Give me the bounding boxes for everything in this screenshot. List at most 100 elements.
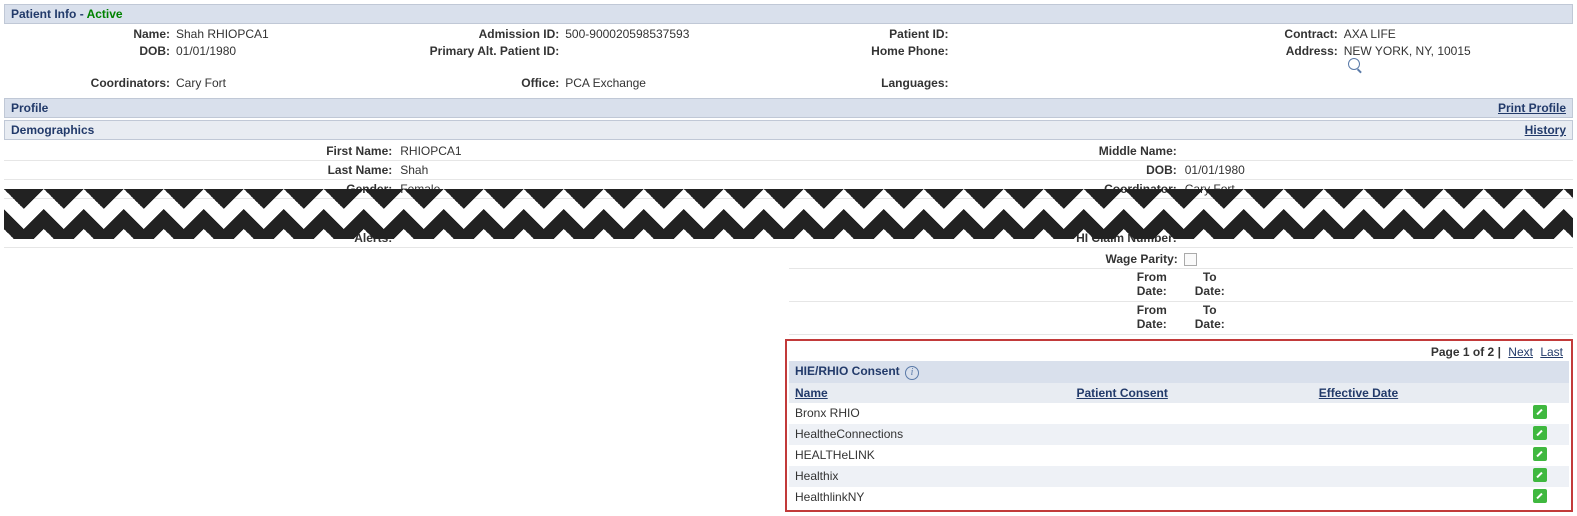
label-home-phone: Home Phone: bbox=[789, 44, 953, 73]
date-pair-1: FromDate: ToDate: bbox=[789, 269, 1574, 302]
consent-patient-consent bbox=[1071, 403, 1313, 424]
consent-title: HIE/RHIO Consent bbox=[795, 364, 900, 378]
info-col-contract: Contract: AXA LIFE bbox=[1178, 27, 1567, 41]
value-name: Shah RHIOPCA1 bbox=[174, 27, 269, 41]
consent-effective-date bbox=[1313, 466, 1527, 487]
value-coordinators: Cary Fort bbox=[174, 76, 226, 90]
profile-title: Profile bbox=[11, 101, 48, 115]
consent-row: HealthlinkNY bbox=[789, 487, 1569, 508]
value-address: NEW YORK, NY, 10015 bbox=[1342, 44, 1471, 73]
hie-rhio-consent-box: Page 1 of 2 | Next Last HIE/RHIO Consent… bbox=[785, 339, 1573, 512]
info-col-patient-id: Patient ID: bbox=[789, 27, 1178, 41]
to-date-1: ToDate: bbox=[1195, 271, 1225, 299]
consent-row: HEALTHeLINK bbox=[789, 445, 1569, 466]
consent-panel-header: HIE/RHIO Consent i bbox=[789, 361, 1569, 383]
label-coordinators: Coordinators: bbox=[10, 76, 174, 90]
consent-pager: Page 1 of 2 | Next Last bbox=[789, 343, 1569, 361]
patient-info-row-3: Coordinators: Cary Fort Office: PCA Exch… bbox=[4, 73, 1573, 90]
col-patient-consent[interactable]: Patient Consent bbox=[1071, 383, 1313, 403]
profile-header: Profile Print Profile bbox=[4, 98, 1573, 118]
info-col-name: Name: Shah RHIOPCA1 bbox=[10, 27, 399, 41]
label-languages: Languages: bbox=[789, 76, 953, 90]
label-last-name: Last Name: bbox=[4, 161, 396, 180]
info-col-coordinators: Coordinators: Cary Fort bbox=[10, 76, 399, 90]
pager-next-link[interactable]: Next bbox=[1508, 345, 1533, 359]
label-name: Name: bbox=[10, 27, 174, 41]
label-office: Office: bbox=[399, 76, 563, 90]
magnify-icon[interactable] bbox=[1348, 58, 1360, 70]
value-primary-alt-patient-id bbox=[563, 44, 565, 73]
label-wage-parity: Wage Parity: bbox=[789, 252, 1184, 266]
value-middle-name bbox=[1181, 142, 1573, 161]
info-icon[interactable]: i bbox=[905, 366, 919, 380]
label-first-name: First Name: bbox=[4, 142, 396, 161]
consent-patient-consent bbox=[1071, 424, 1313, 445]
pager-prefix: Page bbox=[1431, 345, 1463, 359]
consent-table: Name Patient Consent Effective Date Bron… bbox=[789, 383, 1569, 508]
demographics-title: Demographics bbox=[11, 123, 94, 137]
patient-info-title: Patient Info bbox=[11, 7, 76, 21]
edit-icon[interactable] bbox=[1533, 468, 1547, 482]
consent-name: HealthlinkNY bbox=[789, 487, 1071, 508]
patient-info-header: Patient Info - Active bbox=[4, 4, 1573, 24]
wage-parity-block: Wage Parity: FromDate: ToDate: FromDate:… bbox=[4, 250, 1573, 335]
col-name[interactable]: Name bbox=[789, 383, 1071, 403]
info-col-blank bbox=[1178, 76, 1567, 90]
value-dob-2: 01/01/1980 bbox=[1181, 161, 1573, 180]
consent-name: Healthix bbox=[789, 466, 1071, 487]
value-patient-id bbox=[953, 27, 955, 41]
info-col-primary-alt: Primary Alt. Patient ID: bbox=[399, 44, 788, 73]
info-col-languages: Languages: bbox=[789, 76, 1178, 90]
info-col-dob: DOB: 01/01/1980 bbox=[10, 44, 399, 73]
value-first-name: RHIOPCA1 bbox=[396, 142, 788, 161]
value-office: PCA Exchange bbox=[563, 76, 646, 90]
edit-icon[interactable] bbox=[1533, 405, 1547, 419]
edit-icon[interactable] bbox=[1533, 447, 1547, 461]
patient-info-row-2: DOB: 01/01/1980 Primary Alt. Patient ID:… bbox=[4, 41, 1573, 73]
status-dash: - bbox=[80, 7, 87, 21]
redaction-zigzag bbox=[4, 189, 1573, 239]
edit-icon[interactable] bbox=[1533, 426, 1547, 440]
consent-row: Healthix bbox=[789, 466, 1569, 487]
info-col-admission: Admission ID: 500-900020598537593 bbox=[399, 27, 788, 41]
consent-patient-consent bbox=[1071, 466, 1313, 487]
from-date-1: FromDate: bbox=[1137, 271, 1167, 299]
value-contract: AXA LIFE bbox=[1342, 27, 1396, 41]
to-date-2: ToDate: bbox=[1195, 304, 1225, 332]
consent-effective-date bbox=[1313, 487, 1527, 508]
consent-name: HEALTHeLINK bbox=[789, 445, 1071, 466]
consent-effective-date bbox=[1313, 403, 1527, 424]
value-dob: 01/01/1980 bbox=[174, 44, 236, 73]
value-last-name: Shah bbox=[396, 161, 788, 180]
label-dob: DOB: bbox=[10, 44, 174, 73]
from-date-2: FromDate: bbox=[1137, 304, 1167, 332]
demo-row-last-name: Last Name: Shah DOB: 01/01/1980 bbox=[4, 161, 1573, 180]
wage-parity-row: Wage Parity: bbox=[789, 250, 1574, 269]
consent-row: HealtheConnections bbox=[789, 424, 1569, 445]
label-address: Address: bbox=[1178, 44, 1342, 73]
pager-last-link[interactable]: Last bbox=[1540, 345, 1563, 359]
consent-patient-consent bbox=[1071, 445, 1313, 466]
consent-effective-date bbox=[1313, 424, 1527, 445]
value-home-phone bbox=[953, 44, 955, 73]
demographics-header: Demographics History bbox=[4, 120, 1573, 140]
consent-effective-date bbox=[1313, 445, 1527, 466]
label-primary-alt-patient-id: Primary Alt. Patient ID: bbox=[399, 44, 563, 73]
info-col-address: Address: NEW YORK, NY, 10015 bbox=[1178, 44, 1567, 73]
consent-name: HealtheConnections bbox=[789, 424, 1071, 445]
date-pair-2: FromDate: ToDate: bbox=[789, 302, 1574, 335]
value-languages bbox=[953, 76, 955, 90]
col-effective-date[interactable]: Effective Date bbox=[1313, 383, 1527, 403]
edit-icon[interactable] bbox=[1533, 489, 1547, 503]
wage-parity-checkbox[interactable] bbox=[1184, 253, 1197, 266]
consent-name: Bronx RHIO bbox=[789, 403, 1071, 424]
print-profile-link[interactable]: Print Profile bbox=[1498, 101, 1566, 115]
value-address-text: NEW YORK, NY, 10015 bbox=[1344, 44, 1471, 58]
pager-page: 1 of 2 bbox=[1463, 345, 1494, 359]
history-link[interactable]: History bbox=[1525, 123, 1566, 137]
status-active: Active bbox=[87, 7, 123, 21]
info-col-office: Office: PCA Exchange bbox=[399, 76, 788, 90]
value-admission-id: 500-900020598537593 bbox=[563, 27, 689, 41]
pager-sep: | bbox=[1498, 345, 1505, 359]
consent-patient-consent bbox=[1071, 487, 1313, 508]
